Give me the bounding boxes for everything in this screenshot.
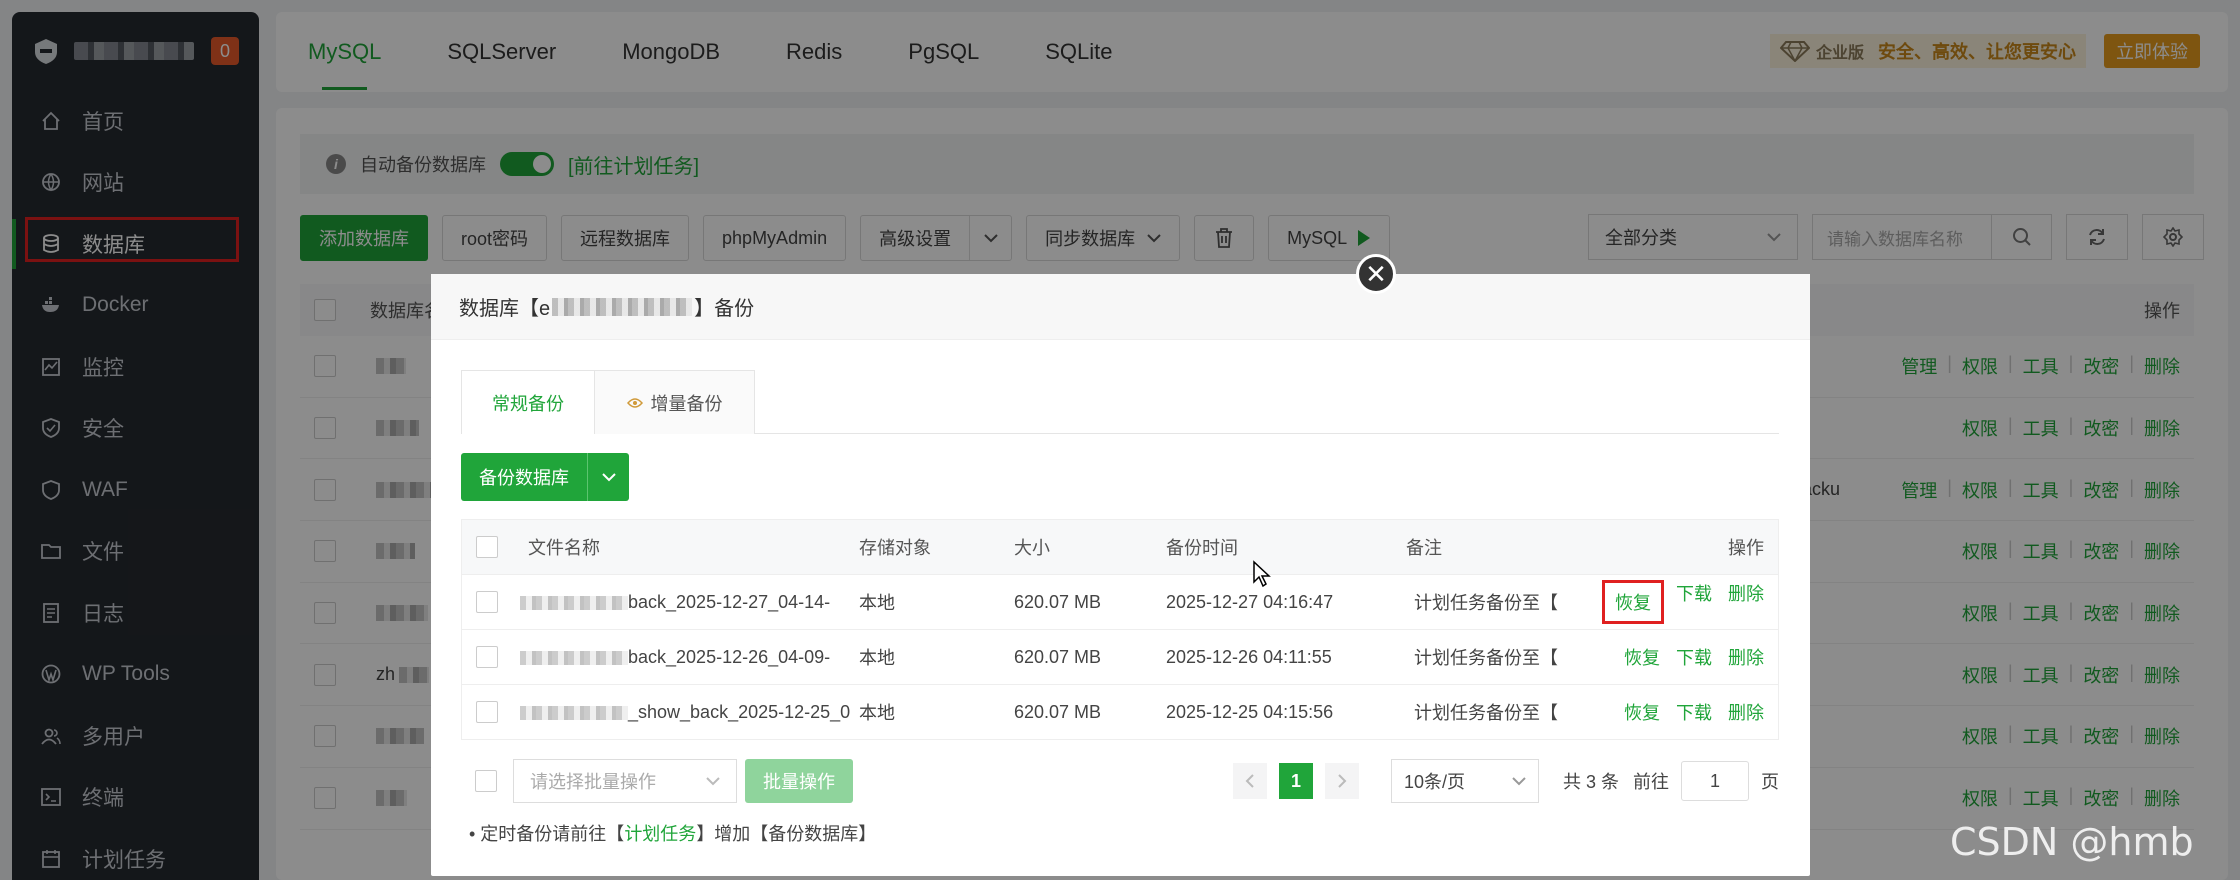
goto-page-input[interactable]: 1	[1681, 761, 1749, 801]
page-number[interactable]: 1	[1278, 763, 1313, 799]
batch-operation-button[interactable]: 批量操作	[745, 759, 853, 803]
database-name-blurred	[552, 297, 693, 316]
filename-blurred-part	[520, 705, 628, 720]
modal-title-suffix: 】备份	[694, 298, 755, 320]
backup-row: _show_back_2025-12-25_04-13- 本地 620.07 MB 2…	[462, 684, 1778, 739]
delete-link[interactable]: 删除	[1728, 699, 1764, 725]
col-storage: 存储对象	[859, 538, 931, 558]
close-icon: ✕	[1365, 258, 1387, 289]
delete-link[interactable]: 删除	[1728, 644, 1764, 670]
restore-link[interactable]: 恢复	[1624, 644, 1660, 670]
backup-database-button[interactable]: 备份数据库	[461, 453, 587, 501]
backup-table-footer: 请选择批量操作 批量操作 1 10条/页 共 3 条 前往 1 页	[461, 759, 1779, 803]
batch-select-checkbox[interactable]	[475, 770, 497, 792]
delete-link[interactable]: 删除	[1728, 580, 1764, 624]
backup-row-checkbox[interactable]	[476, 591, 498, 613]
col-note: 备注	[1406, 538, 1442, 558]
page-unit-label: 页	[1761, 772, 1779, 792]
download-link[interactable]: 下载	[1676, 699, 1712, 725]
backup-row: back_2025-12-27_04-14- 本地 620.07 MB 2025-12…	[462, 574, 1778, 629]
backup-size: 620.07 MB	[1014, 646, 1102, 667]
batch-operation-placeholder: 请选择批量操作	[530, 772, 656, 792]
tip-cron-link[interactable]: 计划任务	[624, 824, 696, 844]
backup-note: 计划任务备份至【	[1414, 703, 1558, 723]
col-ops: 操作	[1728, 538, 1764, 558]
tip-prefix: • 定时备份请前往【	[469, 824, 625, 844]
backup-table: 文件名称 存储对象 大小 备份时间 备注 操作 back_2025-12-27_…	[461, 519, 1779, 740]
download-link[interactable]: 下载	[1676, 644, 1712, 670]
mouse-cursor-icon	[1253, 560, 1271, 588]
backup-note: 计划任务备份至【	[1414, 648, 1558, 668]
batch-operation-select[interactable]: 请选择批量操作	[513, 759, 737, 803]
eye-icon	[626, 397, 643, 408]
backup-time: 2025-12-26 04:11:55	[1166, 646, 1332, 667]
backup-operations: 恢复 下载 删除	[1608, 644, 1764, 670]
backup-time: 2025-12-25 04:15:56	[1166, 701, 1334, 722]
restore-link[interactable]: 恢复	[1602, 580, 1664, 624]
close-modal-button[interactable]: ✕	[1356, 254, 1396, 294]
backup-modal: 数据库【e 】备份 常规备份 增量备份 备份数据库 文件名称 存储对象 大小 备…	[431, 274, 1810, 876]
backup-operations: 恢复 下载 删除	[1602, 580, 1764, 624]
prev-page-button[interactable]	[1232, 763, 1267, 799]
backup-filename: _show_back_2025-12-25_04-13-	[520, 702, 850, 723]
backup-table-header: 文件名称 存储对象 大小 备份时间 备注 操作	[462, 520, 1778, 574]
chevron-down-icon	[601, 473, 616, 482]
backup-row-checkbox[interactable]	[476, 646, 498, 668]
filename-blurred-part	[520, 650, 628, 665]
modal-title: 数据库【e 】备份	[431, 274, 1810, 340]
backup-database-split-button: 备份数据库	[461, 453, 629, 501]
chevron-right-icon	[1338, 774, 1347, 788]
backup-row-checkbox[interactable]	[476, 701, 498, 723]
filename-blurred-part	[520, 595, 628, 610]
page-size-select[interactable]: 10条/页	[1390, 759, 1539, 803]
incremental-backup-label: 增量备份	[650, 393, 723, 414]
backup-storage: 本地	[859, 593, 895, 613]
restore-link[interactable]: 恢复	[1624, 699, 1660, 725]
backup-storage: 本地	[859, 703, 895, 723]
modal-title-prefix: 数据库【e	[459, 298, 551, 320]
backup-note: 计划任务备份至【	[1414, 593, 1558, 613]
backup-storage: 本地	[859, 648, 895, 668]
chevron-down-icon	[1512, 777, 1526, 786]
backup-filename: back_2025-12-26_04-09-	[520, 647, 850, 668]
backup-type-tabs: 常规备份 增量备份	[461, 370, 1779, 434]
goto-label: 前往	[1633, 772, 1669, 792]
tip-suffix: 】增加【备份数据库】	[696, 824, 877, 844]
tab-incremental-backup[interactable]: 增量备份	[595, 370, 755, 434]
chevron-down-icon	[706, 777, 720, 786]
col-backup-time: 备份时间	[1166, 538, 1238, 558]
col-filename: 文件名称	[528, 538, 600, 558]
next-page-button[interactable]	[1324, 763, 1359, 799]
backup-row: back_2025-12-26_04-09- 本地 620.07 MB 2025-12…	[462, 629, 1778, 684]
chevron-left-icon	[1245, 774, 1254, 788]
backup-filename: back_2025-12-27_04-14-	[520, 592, 850, 613]
total-count: 共 3 条	[1562, 772, 1619, 792]
download-link[interactable]: 下载	[1676, 580, 1712, 624]
page-size-value: 10条/页	[1403, 772, 1466, 792]
pagination: 1 10条/页 共 3 条 前往 1 页	[1232, 759, 1779, 803]
backup-size: 620.07 MB	[1014, 591, 1102, 612]
select-all-backups-checkbox[interactable]	[476, 536, 498, 558]
col-size: 大小	[1014, 538, 1050, 558]
backup-time: 2025-12-27 04:16:47	[1166, 591, 1334, 612]
backup-operations: 恢复 下载 删除	[1608, 699, 1764, 725]
backup-size: 620.07 MB	[1014, 701, 1102, 722]
schedule-backup-tip: • 定时备份请前往【计划任务】增加【备份数据库】	[469, 820, 876, 846]
csdn-watermark: CSDN @hmb	[1950, 820, 2194, 864]
tab-normal-backup[interactable]: 常规备份	[461, 370, 595, 434]
backup-dropdown-button[interactable]	[587, 453, 629, 501]
